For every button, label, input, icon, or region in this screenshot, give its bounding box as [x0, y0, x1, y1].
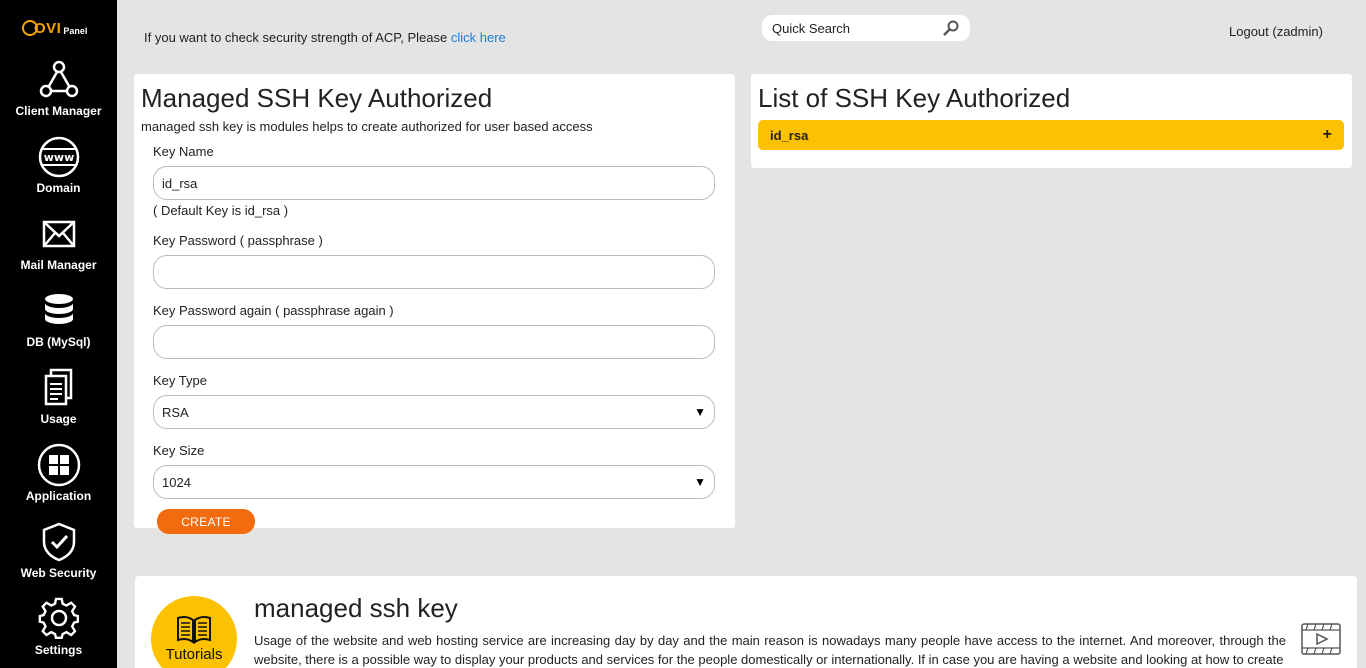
key-password-label: Key Password ( passphrase ) — [153, 233, 323, 248]
sidebar-item-label: Application — [25, 489, 92, 503]
brand-logo[interactable]: OVI Panel — [22, 16, 102, 40]
sidebar-item-label: Web Security — [20, 566, 97, 580]
security-check-link[interactable]: click here — [451, 30, 506, 45]
key-type-select[interactable]: RSA ▼ — [153, 395, 715, 429]
ssh-key-form: Key Name ( Default Key is id_rsa ) Key P… — [153, 144, 715, 534]
quick-search[interactable] — [762, 15, 970, 41]
tutorials-label: Tutorials — [165, 646, 223, 663]
sidebar-item-application[interactable]: Application — [0, 443, 117, 513]
key-type-label: Key Type — [153, 373, 207, 388]
app-grid-icon — [37, 443, 80, 487]
list-panel-title: List of SSH Key Authorized — [758, 83, 1071, 113]
key-size-select[interactable]: 1024 ▼ — [153, 465, 715, 499]
tutorial-section: Tutorials managed ssh key Usage of the w… — [135, 576, 1357, 668]
sidebar-item-label: Mail Manager — [20, 258, 97, 272]
brand-sub: Panel — [63, 25, 88, 36]
client-manager-icon — [39, 60, 78, 98]
key-password-again-label: Key Password again ( passphrase again ) — [153, 303, 394, 318]
sidebar: OVI Panel Client Manager www Domain Mail… — [0, 0, 117, 668]
documents-icon — [44, 368, 72, 406]
sidebar-item-label: DB (MySql) — [26, 335, 91, 349]
open-book-icon — [177, 615, 211, 644]
logout-button[interactable]: Logout (zadmin) — [1229, 24, 1323, 39]
sidebar-item-label: Domain — [36, 181, 81, 195]
sidebar-item-web-security[interactable]: Web Security — [0, 520, 117, 590]
security-message-text: If you want to check security strength o… — [144, 30, 451, 45]
video-play-icon[interactable] — [1301, 623, 1341, 655]
key-size-value: 1024 — [162, 474, 191, 490]
sidebar-item-settings[interactable]: Settings — [0, 597, 117, 667]
ssh-key-list-panel: List of SSH Key Authorized id_rsa + — [751, 74, 1352, 168]
key-size-label: Key Size — [153, 443, 205, 458]
www-globe-icon: www — [38, 136, 79, 178]
sidebar-item-label: Settings — [34, 643, 83, 657]
key-name-label: Key Name — [153, 144, 214, 159]
form-panel-description: managed ssh key is modules helps to crea… — [141, 119, 593, 134]
create-button[interactable]: CREATE — [157, 509, 255, 534]
envelope-icon — [42, 220, 75, 248]
key-password-again-input[interactable] — [153, 325, 715, 359]
tutorial-title: managed ssh key — [254, 593, 458, 623]
database-icon — [44, 294, 73, 324]
key-name-hint: ( Default Key is id_rsa ) — [153, 203, 289, 218]
search-icon[interactable] — [942, 19, 960, 37]
sidebar-item-client-manager[interactable]: Client Manager — [0, 58, 117, 128]
brand-name: OVI — [34, 19, 62, 37]
tutorials-badge[interactable]: Tutorials — [151, 596, 237, 668]
caret-down-icon: ▼ — [694, 475, 706, 489]
sidebar-item-label: Client Manager — [15, 104, 102, 118]
key-password-input[interactable] — [153, 255, 715, 289]
sidebar-item-mail-manager[interactable]: Mail Manager — [0, 212, 117, 282]
sidebar-item-label: Usage — [40, 412, 77, 426]
key-item-name: id_rsa — [770, 127, 809, 143]
caret-down-icon: ▼ — [694, 405, 706, 419]
sidebar-item-db[interactable]: DB (MySql) — [0, 289, 117, 359]
security-message: If you want to check security strength o… — [144, 30, 506, 45]
search-input[interactable] — [772, 20, 942, 36]
tutorial-text: Usage of the website and web hosting ser… — [254, 633, 1286, 667]
svg-text:www: www — [43, 151, 74, 164]
key-type-value: RSA — [162, 404, 189, 420]
form-panel-title: Managed SSH Key Authorized — [141, 83, 493, 113]
ssh-key-form-panel: Managed SSH Key Authorized managed ssh k… — [134, 74, 735, 534]
key-name-input[interactable] — [153, 166, 715, 200]
expand-plus-icon[interactable]: + — [1323, 126, 1332, 144]
sidebar-item-domain[interactable]: www Domain — [0, 135, 117, 205]
shield-check-icon — [42, 522, 75, 562]
list-item[interactable]: id_rsa + — [758, 120, 1344, 150]
gear-icon — [38, 597, 79, 640]
sidebar-item-usage[interactable]: Usage — [0, 366, 117, 436]
